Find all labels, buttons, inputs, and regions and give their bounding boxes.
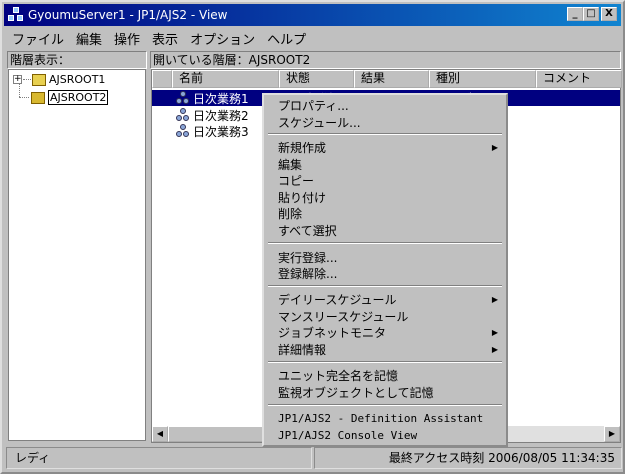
- menu-item-details[interactable]: 詳細情報 ▶: [278, 342, 504, 358]
- menu-item-jobnet-monitor[interactable]: ジョブネットモニタ ▶: [278, 325, 504, 341]
- menu-item-paste[interactable]: 貼り付け: [278, 190, 326, 206]
- submenu-arrow-icon: ▶: [491, 295, 498, 304]
- column-name[interactable]: 名前: [172, 70, 279, 88]
- separator: [268, 133, 502, 135]
- last-access-time: 最終アクセス時刻 2006/08/05 11:34:35: [314, 447, 622, 469]
- menu-item-remember-unit-name[interactable]: ユニット完全名を記憶: [278, 368, 398, 384]
- menu-item-properties[interactable]: プロパティ...: [278, 98, 349, 114]
- table-row[interactable]: 日次業務3: [176, 123, 249, 139]
- app-icon: [8, 7, 24, 23]
- submenu-arrow-icon: ▶: [491, 143, 498, 152]
- menu-item-console-view[interactable]: JP1/AJS2 Console View: [278, 428, 417, 444]
- menu-help[interactable]: ヘルプ: [261, 29, 312, 48]
- menu-file[interactable]: ファイル: [6, 29, 70, 48]
- menu-item-select-all[interactable]: すべて選択: [278, 223, 337, 239]
- expand-icon[interactable]: +: [13, 75, 22, 84]
- submenu-arrow-icon: ▶: [491, 328, 498, 337]
- minimize-button[interactable]: _: [567, 7, 583, 21]
- open-folder-icon: [31, 91, 45, 104]
- close-button[interactable]: X: [601, 7, 617, 21]
- tree-node-ajsroot2[interactable]: AJSROOT2: [31, 90, 109, 105]
- tree-node-ajsroot1[interactable]: + AJSROOT1: [13, 73, 105, 86]
- separator: [268, 242, 502, 244]
- menu-item-unregister[interactable]: 登録解除...: [278, 266, 337, 282]
- column-state[interactable]: 状態: [279, 70, 354, 88]
- column-comment[interactable]: コメント: [536, 70, 622, 88]
- table-row[interactable]: 日次業務2: [176, 107, 249, 123]
- context-menu: プロパティ... スケジュール... 新規作成 ▶ 編集 コピー 貼り付け 削除 …: [262, 93, 508, 447]
- menu-item-new[interactable]: 新規作成 ▶: [278, 140, 504, 156]
- submenu-arrow-icon: ▶: [491, 345, 498, 354]
- scroll-thumb[interactable]: [168, 426, 268, 442]
- scroll-right-icon[interactable]: ▶: [604, 426, 620, 442]
- menu-item-copy[interactable]: コピー: [278, 173, 314, 189]
- title-bar[interactable]: GyoumuServer1 - JP1/AJS2 - View _ □ X: [4, 4, 621, 26]
- separator: [268, 361, 502, 363]
- window-title: GyoumuServer1 - JP1/AJS2 - View: [28, 8, 228, 22]
- menu-view[interactable]: 表示: [146, 29, 184, 48]
- status-text: レディ: [6, 447, 312, 469]
- column-type[interactable]: 種別: [429, 70, 536, 88]
- menu-item-daily-schedule[interactable]: デイリースケジュール ▶: [278, 292, 504, 308]
- menu-item-delete[interactable]: 削除: [278, 206, 302, 222]
- menu-item-register[interactable]: 実行登録...: [278, 250, 337, 266]
- tree-header: 階層表示：: [7, 51, 147, 69]
- menu-edit[interactable]: 編集: [70, 29, 108, 48]
- menu-item-schedule[interactable]: スケジュール...: [278, 115, 361, 131]
- jobnet-icon: [176, 108, 190, 122]
- menu-bar: ファイル 編集 操作 表示 オプション ヘルプ: [6, 28, 312, 48]
- tree-view[interactable]: + AJSROOT1 AJSROOT2: [8, 69, 146, 441]
- menu-item-edit[interactable]: 編集: [278, 157, 302, 173]
- menu-operation[interactable]: 操作: [108, 29, 146, 48]
- scroll-left-icon[interactable]: ◀: [152, 426, 168, 442]
- column-icon[interactable]: [152, 70, 172, 88]
- jobnet-icon: [176, 124, 190, 138]
- column-result[interactable]: 結果: [354, 70, 429, 88]
- jobnet-icon: [176, 91, 190, 105]
- menu-item-definition-assistant[interactable]: JP1/AJS2 - Definition Assistant: [278, 411, 483, 427]
- maximize-button[interactable]: □: [583, 7, 599, 21]
- separator: [268, 285, 502, 287]
- list-header: 開いている階層：AJSROOT2: [150, 51, 621, 69]
- separator: [268, 404, 502, 406]
- menu-item-remember-monitor-object[interactable]: 監視オブジェクトとして記憶: [278, 385, 434, 401]
- menu-options[interactable]: オプション: [184, 29, 261, 48]
- folder-icon: [32, 73, 46, 86]
- menu-item-monthly-schedule[interactable]: マンスリースケジュール: [278, 309, 408, 325]
